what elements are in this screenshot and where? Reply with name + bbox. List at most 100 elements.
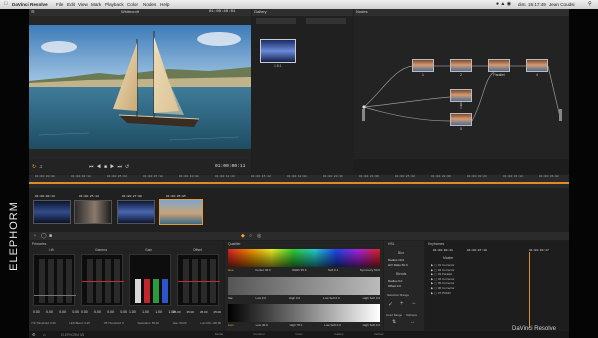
offset-label: Offset: [193, 248, 202, 252]
ruler-tc: 01:00:23:06: [359, 175, 379, 178]
ruler-labels: 01:00:00:00 01:00:02:14 01:00:05:04 01:0…: [29, 175, 569, 180]
sat-controls: Sat Low 0.0 High 0.0 Low Soft 0.0 High Soft …: [228, 296, 380, 300]
settings-icon[interactable]: ⚙: [32, 332, 36, 337]
keyframe-row[interactable]: ▶ ▢ 07 PODR: [431, 291, 455, 296]
clip-1-thumb[interactable]: [33, 200, 71, 224]
node-5[interactable]: [450, 113, 472, 126]
picker-add-icon[interactable]: +: [400, 301, 404, 307]
loop-icon[interactable]: ↻: [32, 164, 36, 170]
node-3-label: 3: [460, 103, 462, 107]
gallery-title: Gallery: [252, 9, 353, 16]
lift-bars[interactable]: [33, 254, 76, 306]
invert-icon[interactable]: ⇅: [392, 319, 396, 325]
offset-bars[interactable]: [177, 254, 220, 306]
page-tab-conform[interactable]: Conform: [244, 332, 274, 336]
gallery-album-select[interactable]: [256, 18, 296, 24]
menu-color[interactable]: Color: [127, 0, 138, 9]
menu-help[interactable]: Help: [160, 0, 169, 9]
invert-range[interactable]: Invert Range: [386, 313, 402, 317]
ruler-tc: 01:00:28:09: [431, 175, 451, 178]
tool-icon-1[interactable]: ◔: [33, 233, 36, 239]
picker-icon[interactable]: ✓: [388, 301, 393, 308]
hue-controls: Hue Center 30.9 Width 35.6 Soft 0.1 Symmetry…: [228, 268, 380, 272]
viewer-menu-icon[interactable]: ☰: [31, 9, 35, 15]
offset-values: 25.00 25.00 25.00 25.00: [173, 310, 221, 314]
tool-icon-2[interactable]: ◯: [41, 233, 47, 239]
node-parallel[interactable]: [488, 59, 510, 72]
clips-strip: 01:00:00:13 01:00:25:13 01:00:27:09 01:0…: [29, 189, 569, 231]
keyframes-playhead[interactable]: [529, 252, 530, 328]
gain-values: 1.00 1.00 1.00 1.00: [129, 310, 175, 314]
softness-label: Softness: [406, 313, 417, 317]
color-toolbar: ◔ ◯ ■ ◆ ○ ◎: [29, 232, 569, 240]
sat-gradient[interactable]: [228, 277, 380, 295]
menu-view[interactable]: View: [78, 0, 88, 9]
node-3[interactable]: [450, 89, 472, 102]
page-tab-deliver[interactable]: Deliver: [364, 332, 394, 336]
node-2[interactable]: [450, 59, 472, 72]
picker-subtract-icon[interactable]: −: [412, 301, 416, 307]
clip-4-thumb-selected[interactable]: [159, 199, 203, 225]
node-2-label: 2: [460, 73, 462, 77]
blur-radius[interactable]: Radius 10.0: [388, 258, 404, 262]
blend-radius[interactable]: Radius 0.0: [388, 279, 402, 283]
audio-icon[interactable]: ♫: [39, 164, 43, 170]
clip-3-tc: 01:00:27:09: [122, 195, 142, 198]
timeline-track-bar[interactable]: [29, 182, 569, 184]
node-parallel-label: Parallel: [493, 73, 505, 77]
clip-2-thumb[interactable]: [74, 200, 112, 224]
lum-gradient[interactable]: [228, 304, 380, 322]
window-tool-icon[interactable]: ○: [249, 233, 252, 239]
transport-controls[interactable]: ⏮◀■▶⏭↺: [89, 164, 132, 170]
clip-2-tc: 01:00:25:13: [79, 195, 99, 198]
tracker-tool-icon[interactable]: ◎: [257, 233, 261, 239]
home-icon[interactable]: ⌂: [43, 332, 45, 337]
hsl-title[interactable]: HSL: [388, 242, 395, 246]
gallery-search[interactable]: [306, 18, 346, 24]
page-tab-media[interactable]: Media: [204, 332, 234, 336]
ruler-tc: 01:00:05:04: [107, 175, 127, 178]
clip-3-thumb[interactable]: [117, 200, 155, 224]
blend-offset[interactable]: Offset 0.0: [388, 284, 401, 288]
tool-icon-3[interactable]: ■: [49, 233, 52, 239]
menu-edit[interactable]: Edit: [67, 0, 75, 9]
page-tab-color[interactable]: Color: [284, 332, 314, 336]
gallery-still[interactable]: [260, 39, 296, 63]
lift-label: Lift: [49, 248, 54, 252]
qualifier-tool-icon[interactable]: ◆: [241, 233, 245, 239]
node-1[interactable]: [412, 59, 434, 72]
node-4[interactable]: [526, 59, 548, 72]
ruler-tc: 01:00:20:16: [323, 175, 343, 178]
sailboat-image: [29, 25, 251, 149]
elephorm-watermark: ELEPHORM: [4, 150, 24, 330]
gain-bars[interactable]: [129, 254, 171, 306]
lum-controls: Lum Low 40.0 High 78.1 Low Soft 0.0 High Sof…: [228, 323, 380, 327]
softness-icon[interactable]: ↔: [410, 319, 415, 325]
user-name[interactable]: Jean Coudsi: [549, 0, 575, 9]
ruler-tc: 01:00:33:13: [503, 175, 523, 178]
lift-values: 0.00 0.00 0.00 0.00: [33, 310, 79, 314]
gamma-bars[interactable]: [81, 254, 124, 306]
clock: dim. 15:17:49: [518, 2, 546, 7]
page-tab-gallery[interactable]: Gallery: [324, 332, 354, 336]
menu-file[interactable]: File: [56, 0, 63, 9]
gamma-label: Gamma: [95, 248, 108, 252]
page-tabs-bar: ⚙ ⌂ ELEPHORM 3/5 Media Conform Color Gal…: [29, 331, 569, 338]
gallery-panel: Gallery 1.8.1: [252, 9, 353, 174]
timeline-ruler[interactable]: 01:00:00:00 01:00:02:14 01:00:05:04 01:0…: [29, 175, 569, 188]
menu-mark[interactable]: Mark: [91, 0, 101, 9]
product-name: DaVinci Resolve: [512, 326, 556, 332]
ruler-tc: 01:00:00:00: [35, 175, 55, 178]
menu-playback[interactable]: Playback: [105, 0, 124, 9]
keyframes-tc2: 01:00:07:10: [467, 249, 487, 252]
search-icon[interactable]: ⚲: [588, 0, 592, 9]
video-frame[interactable]: [29, 25, 251, 149]
ruler-tc: 01:00:10:08: [179, 175, 199, 178]
ruler-tc: 01:00:30:23: [467, 175, 487, 178]
blur-hv-ratio[interactable]: H/V Ratio 50.0: [388, 263, 408, 267]
menu-nodes[interactable]: Nodes: [143, 0, 156, 9]
app-name[interactable]: DaVinci Resolve: [12, 0, 48, 9]
resolve-window: ☰ Whitecroft 01:00:40:01 ↻ ♫ ⏮◀■▶⏭↺ 01:0…: [29, 9, 569, 338]
apple-icon[interactable]: : [4, 0, 8, 9]
primaries-title: Primaries: [32, 242, 47, 246]
